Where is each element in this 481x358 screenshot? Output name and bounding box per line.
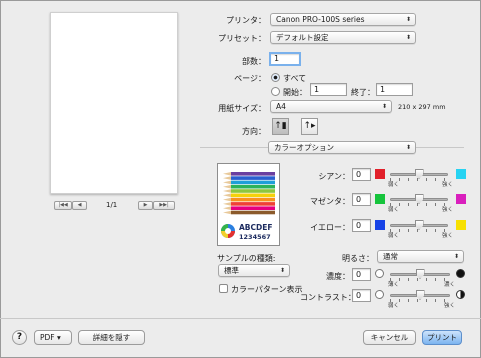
popup-arrow-icon: ⬍ — [405, 34, 411, 41]
pdf-label: PDF — [40, 333, 55, 342]
slider-high-label: 強く — [442, 207, 454, 213]
help-button[interactable]: ? — [12, 330, 27, 345]
next-page-button[interactable]: ▶ — [138, 201, 153, 210]
density-light-icon — [375, 269, 384, 278]
sample-text-line2: 1234567 — [239, 233, 271, 241]
pages-from-label: 開始： — [283, 88, 307, 97]
pencil — [231, 202, 275, 206]
color-high-swatch — [456, 220, 466, 230]
color-low-swatch — [375, 194, 385, 204]
color-adjust-label: イエロー： — [310, 223, 350, 232]
popup-arrow-icon: ⬍ — [405, 16, 411, 23]
pages-all-radio[interactable] — [271, 73, 280, 82]
page-indicator: 1/1 — [106, 201, 118, 209]
slider-low-label: 弱く — [388, 182, 400, 188]
hide-details-button[interactable]: 詳細を隠す — [78, 330, 145, 345]
pdf-menu-arrow-icon: ▾ — [57, 333, 61, 342]
color-adjust-field[interactable]: 0 — [352, 193, 371, 206]
color-pattern-label: カラーパターン表示 — [231, 285, 303, 294]
color-low-swatch — [375, 220, 385, 230]
slider-high-label: 強く — [442, 182, 454, 188]
pencil — [231, 197, 275, 202]
preset-popup[interactable]: デフォルト設定 ⬍ — [270, 31, 416, 44]
print-button[interactable]: プリント — [422, 330, 462, 345]
section-value: カラーオプション — [274, 143, 334, 152]
sample-type-value: 標準 — [224, 266, 239, 275]
preset-value: デフォルト設定 — [276, 33, 329, 42]
pencil — [231, 193, 275, 198]
slider-high-label: 強く — [442, 233, 454, 239]
landscape-icon: ↑▸ — [303, 121, 316, 131]
brightness-popup[interactable]: 通常 ⬍ — [377, 250, 464, 263]
pencil — [231, 206, 275, 210]
color-adjust-label: マゼンタ： — [310, 197, 350, 206]
prev-page-button[interactable]: ◀ — [72, 201, 87, 210]
density-field[interactable]: 0 — [352, 268, 371, 281]
popup-arrow-icon: ⬍ — [279, 267, 285, 274]
popup-arrow-icon: ⬍ — [381, 103, 387, 110]
footer-divider — [0, 318, 481, 319]
slider-low-label: 薄く — [388, 282, 400, 288]
color-adjust-label: シアン： — [318, 172, 350, 181]
pencil — [231, 172, 275, 176]
slider-high-label: 濃く — [444, 282, 456, 288]
printer-popup[interactable]: Canon PRO-100S series ⬍ — [270, 13, 416, 26]
pencil — [231, 176, 275, 180]
cancel-button[interactable]: キャンセル — [363, 330, 416, 345]
contrast-label: コントラスト： — [300, 293, 356, 302]
preset-label: プリセット： — [218, 34, 266, 43]
pages-all-label: すべて — [283, 74, 307, 83]
pencil — [231, 184, 275, 189]
slider-low-label: 弱く — [388, 207, 400, 213]
pages-range-radio[interactable] — [271, 87, 280, 96]
color-pattern-checkbox[interactable] — [219, 284, 228, 293]
brightness-label: 明るさ： — [342, 254, 374, 263]
copies-field[interactable]: 1 — [269, 52, 301, 66]
contrast-icon — [456, 290, 465, 299]
color-high-swatch — [456, 169, 466, 179]
color-high-swatch — [456, 194, 466, 204]
pages-from-field[interactable]: 1 — [310, 83, 347, 96]
paper-dimensions: 210 x 297 mm — [398, 103, 446, 111]
section-popup[interactable]: カラーオプション ⬍ — [268, 141, 416, 154]
contrast-field[interactable]: 0 — [352, 289, 371, 302]
portrait-orientation-button[interactable]: ↑▮ — [272, 118, 289, 135]
sample-type-popup[interactable]: 標準 ⬍ — [218, 264, 290, 277]
paper-size-label: 用紙サイズ： — [218, 104, 266, 113]
landscape-orientation-button[interactable]: ↑▸ — [301, 118, 318, 135]
slider-low-label: 弱く — [388, 233, 400, 239]
pages-to-field[interactable]: 1 — [376, 83, 413, 96]
color-wheel-icon — [221, 224, 235, 238]
sample-image: ABCDEF 1234567 — [217, 163, 280, 246]
contrast-light-icon — [375, 290, 384, 299]
pencil — [231, 189, 275, 193]
pages-label: ページ： — [234, 74, 266, 83]
printer-value: Canon PRO-100S series — [276, 15, 365, 24]
color-adjust-field[interactable]: 0 — [352, 168, 371, 181]
color-adjust-field[interactable]: 0 — [352, 219, 371, 232]
sample-type-label: サンプルの種類: — [217, 254, 276, 263]
first-page-button[interactable]: |◀◀ — [54, 201, 72, 210]
pencil — [231, 180, 275, 185]
pages-to-label: 終了： — [351, 88, 375, 97]
sample-text-line1: ABCDEF — [239, 223, 273, 232]
portrait-icon: ↑▮ — [274, 121, 287, 131]
color-low-swatch — [375, 169, 385, 179]
page-preview — [50, 12, 178, 194]
popup-arrow-icon: ⬍ — [453, 253, 459, 260]
pdf-button[interactable]: PDF ▾ — [34, 330, 72, 345]
last-page-button[interactable]: ▶▶| — [153, 201, 175, 210]
paper-size-popup[interactable]: A4 ⬍ — [270, 100, 392, 113]
slider-low-label: 弱く — [388, 303, 400, 309]
slider-high-label: 強く — [444, 303, 456, 309]
brightness-value: 通常 — [383, 252, 398, 261]
orientation-label: 方向： — [242, 127, 266, 136]
density-dark-icon — [456, 269, 465, 278]
paper-size-value: A4 — [276, 102, 286, 111]
printer-label: プリンタ： — [226, 16, 266, 25]
pencil — [231, 210, 275, 215]
popup-arrow-icon: ⬍ — [405, 144, 411, 151]
density-label: 濃度： — [326, 272, 350, 281]
copies-label: 部数： — [242, 57, 266, 66]
